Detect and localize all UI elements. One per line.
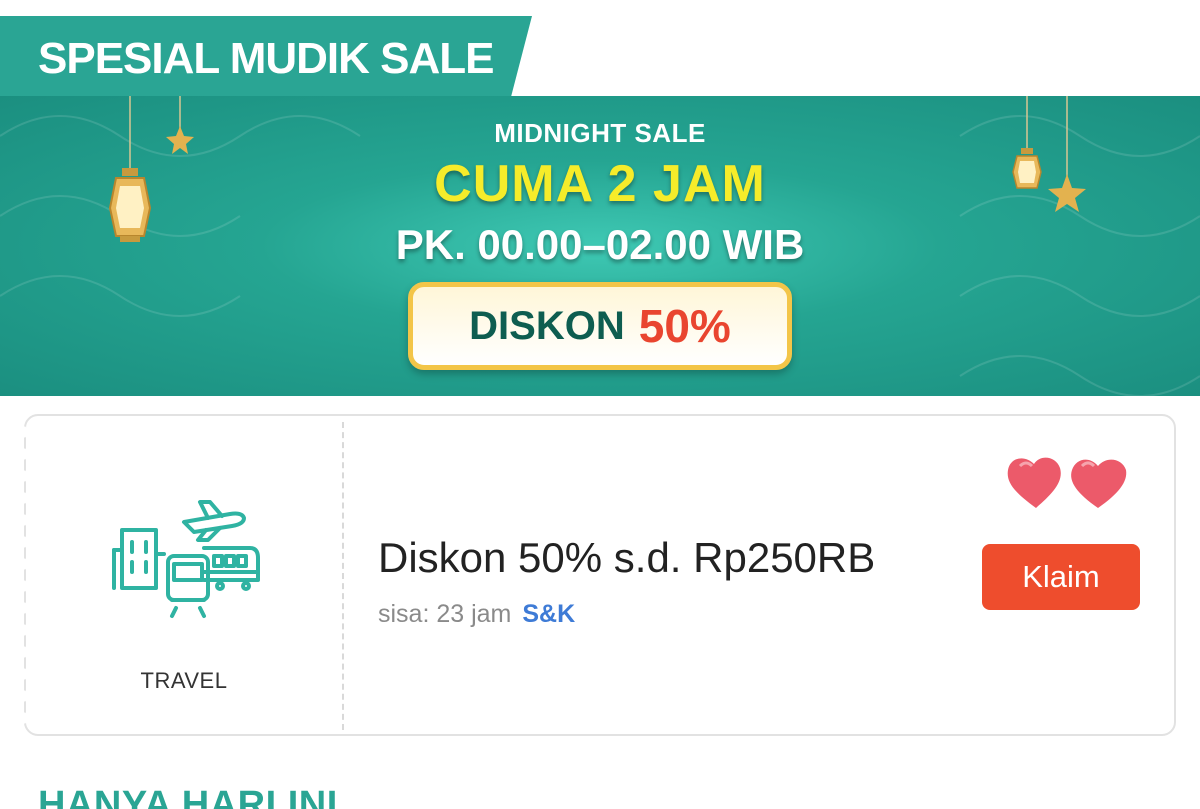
promo-banner[interactable]: MIDNIGHT SALE CUMA 2 JAM PK. 00.00–02.00… [0,96,1200,396]
discount-badge: DISKON 50% [408,282,792,370]
voucher-meta: sisa: 23 jam S&K [378,600,575,629]
claim-button[interactable]: Klaim [982,544,1140,610]
voucher-title: Diskon 50% s.d. Rp250RB [378,534,876,581]
next-section-title: HANYA HARI INI [38,784,338,809]
voucher-remaining-time: sisa: 23 jam [378,600,512,628]
banner-headline: CUMA 2 JAM [434,155,766,213]
voucher-card: TRAVEL Diskon 50% s.d. Rp250RB sisa: 23 … [24,414,1176,736]
section-title: SPESIAL MUDIK SALE [38,34,494,83]
hearts-icon [1007,457,1127,508]
banner-subtitle: MIDNIGHT SALE [494,118,706,148]
voucher-category: TRAVEL [140,668,228,693]
voucher-divider [342,422,344,730]
discount-value: 50% [638,300,731,352]
discount-label: DISKON [469,303,625,348]
travel-icon [112,500,260,618]
terms-link[interactable]: S&K [522,600,575,628]
banner-time-range: PK. 00.00–02.00 WIB [395,221,805,268]
